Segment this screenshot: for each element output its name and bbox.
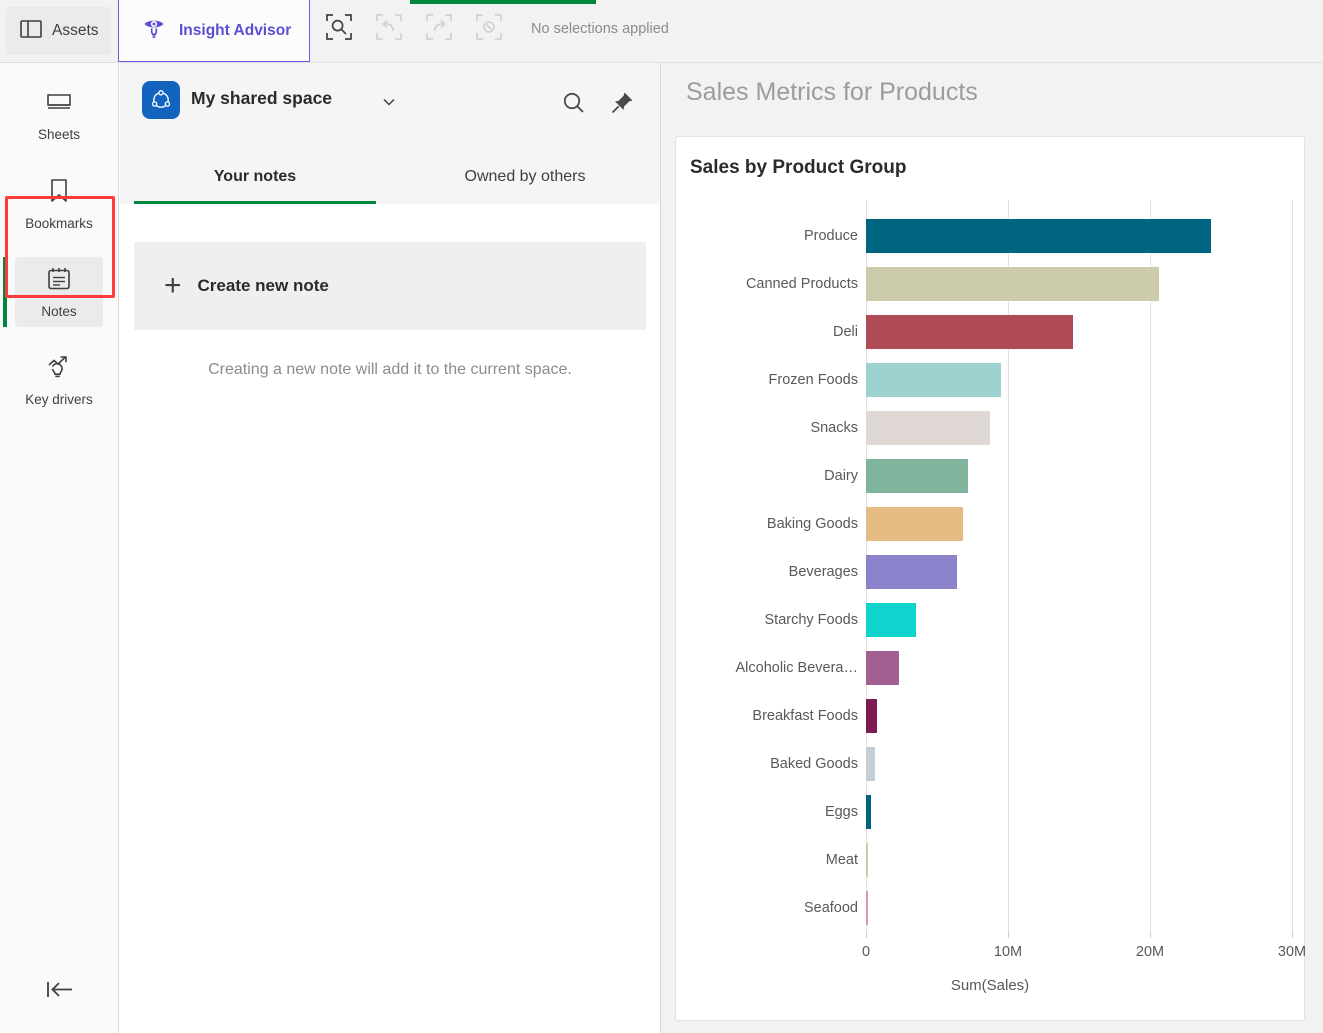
y-axis-category-label[interactable]: Breakfast Foods [752, 708, 858, 724]
chart-bar[interactable] [866, 795, 871, 829]
create-new-note-button[interactable]: + Create new note [134, 242, 646, 330]
y-axis-category-label[interactable]: Baked Goods [770, 756, 858, 772]
chart-bar[interactable] [866, 891, 868, 925]
x-axis-tick [866, 932, 867, 938]
selections-clear-all-icon [475, 13, 503, 41]
chart-bar[interactable] [866, 315, 1074, 349]
y-axis-category-label[interactable]: Canned Products [746, 276, 858, 292]
chart-bar[interactable] [866, 363, 1001, 397]
chart-bar[interactable] [866, 603, 916, 637]
y-axis-category-label[interactable]: Eggs [825, 804, 858, 820]
tab-owned-by-others-label: Owned by others [464, 167, 586, 185]
eye-lightbulb-icon [141, 15, 167, 46]
y-axis-category-label[interactable]: Starchy Foods [765, 612, 859, 628]
chart-bar[interactable] [866, 219, 1212, 253]
left-rail: Sheets Bookmarks Notes Key drivers [0, 62, 119, 1033]
y-axis-category-label[interactable]: Seafood [804, 900, 858, 916]
panel-layout-icon [20, 19, 42, 44]
chart-bar[interactable] [866, 507, 963, 541]
insight-advisor-tab-label: Insight Advisor [179, 21, 292, 39]
x-axis-tick-label: 20M [1135, 944, 1165, 960]
top-toolbar: Assets Insight Advisor No selections app… [0, 0, 1323, 62]
x-axis-tick-label: 10M [993, 944, 1023, 960]
selections-redo-icon [425, 13, 453, 41]
chart-bar[interactable] [866, 411, 990, 445]
chart-gridline [1150, 200, 1151, 932]
sidebar-item-notes[interactable]: Notes [3, 257, 103, 327]
active-sheet-accent-bar [410, 0, 596, 4]
notes-empty-hint: Creating a new note will add it to the c… [208, 361, 572, 378]
y-axis-category-label[interactable]: Meat [826, 852, 858, 868]
sheet-panel: Sales Metrics for Products Sales by Prod… [661, 62, 1323, 1033]
sidebar-item-bookmarks-label: Bookmarks [25, 215, 93, 231]
y-axis-category-label[interactable]: Dairy [824, 468, 858, 484]
chart-bar[interactable] [866, 843, 869, 877]
bar-chart-plot[interactable]: 0 10M 20M 30M Produce Canned Products Deli Froz… [676, 200, 1307, 1020]
collapse-left-icon[interactable] [43, 977, 77, 1005]
assets-button[interactable]: Assets [6, 7, 111, 55]
insight-advisor-tab[interactable]: Insight Advisor [118, 0, 310, 62]
y-axis-category-label[interactable]: Deli [833, 324, 858, 340]
y-axis-category-label[interactable]: Beverages [789, 564, 858, 580]
qlik-sense-app: Assets Insight Advisor No selections app… [0, 0, 1323, 1033]
x-axis-tick [1008, 932, 1009, 938]
selections-undo-icon [375, 13, 403, 41]
sidebar-item-bookmarks[interactable]: Bookmarks [15, 169, 103, 239]
tab-your-notes-label: Your notes [213, 167, 297, 185]
sidebar-item-notes-label: Notes [41, 303, 77, 319]
x-axis-tick-label: 0 [861, 944, 871, 960]
notes-panel-header: My shared space Your notes Owned by othe… [120, 63, 660, 204]
selections-search-icon[interactable] [325, 13, 353, 41]
x-axis-title: Sum(Sales) [950, 977, 1030, 994]
tab-your-notes[interactable]: Your notes [120, 149, 390, 204]
bookmark-icon [48, 178, 70, 209]
plus-icon: + [164, 269, 182, 302]
key-drivers-lightbulb-icon [45, 354, 73, 385]
sidebar-item-sheets[interactable]: Sheets [15, 81, 103, 151]
chart-card[interactable]: Sales by Product Group 0 10M 20M 30M Produce… [675, 136, 1307, 1021]
search-icon[interactable] [560, 89, 588, 117]
y-axis-category-label[interactable]: Frozen Foods [769, 372, 858, 388]
chart-gridline [1008, 200, 1009, 932]
sidebar-item-sheets-label: Sheets [37, 126, 81, 142]
notes-tabs: Your notes Owned by others [120, 149, 660, 204]
tab-owned-by-others[interactable]: Owned by others [390, 149, 660, 204]
x-axis-tick-label: 30M [1277, 944, 1307, 960]
chart-bar[interactable] [866, 267, 1159, 301]
y-axis-category-label[interactable]: Baking Goods [767, 516, 858, 532]
create-new-note-label: Create new note [197, 276, 329, 295]
chart-bar[interactable] [866, 651, 899, 685]
chart-bar[interactable] [866, 699, 878, 733]
selection-toolbar [325, 13, 503, 41]
y-axis-category-label[interactable]: Produce [804, 228, 858, 244]
notes-calendar-icon [46, 266, 72, 297]
chart-gridline [1292, 200, 1293, 932]
assets-button-label: Assets [52, 22, 99, 39]
page-title: Sales Metrics for Products [686, 78, 978, 106]
chevron-down-icon[interactable] [380, 93, 398, 111]
pin-icon[interactable] [609, 90, 635, 116]
chart-bar[interactable] [866, 459, 969, 493]
x-axis-tick [1150, 932, 1151, 938]
y-axis-category-label[interactable]: Snacks [810, 420, 858, 436]
y-axis-category-label[interactable]: Alcoholic Bevera… [736, 660, 859, 676]
sheets-icon [46, 91, 72, 120]
chart-bar[interactable] [866, 747, 875, 781]
shared-space-icon [142, 81, 180, 119]
notes-panel: My shared space Your notes Owned by othe… [120, 62, 661, 1033]
x-axis-tick [1292, 932, 1293, 938]
sidebar-item-key-drivers-label: Key drivers [25, 391, 93, 407]
space-name-label: My shared space [191, 88, 333, 108]
sidebar-item-key-drivers[interactable]: Key drivers [15, 345, 103, 415]
no-selections-label: No selections applied [531, 21, 669, 37]
chart-bar[interactable] [866, 555, 957, 589]
chart-title: Sales by Product Group [690, 157, 907, 178]
